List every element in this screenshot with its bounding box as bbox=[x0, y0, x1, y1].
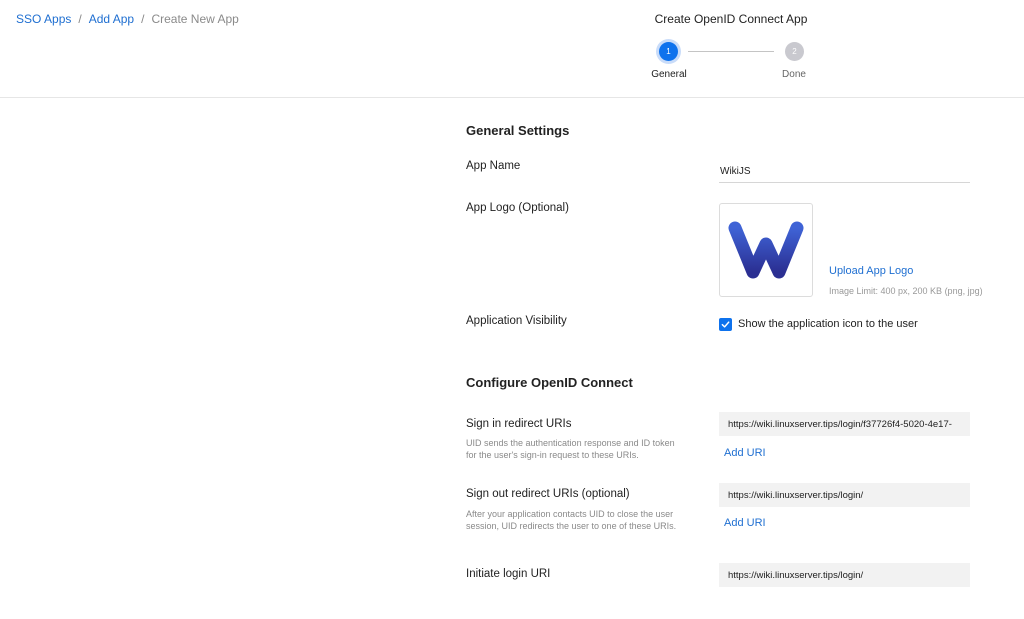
initiate-login-uri-input[interactable] bbox=[719, 563, 970, 587]
signin-redirect-help: UID sends the authentication response an… bbox=[466, 438, 675, 460]
step-2-indicator: 2 bbox=[785, 42, 804, 61]
signin-redirect-uri-input[interactable] bbox=[719, 412, 970, 436]
signout-redirect-uri-input[interactable] bbox=[719, 483, 970, 507]
breadcrumb-separator: / bbox=[141, 12, 145, 26]
signout-add-uri-button[interactable]: Add URI bbox=[724, 517, 766, 529]
signout-redirect-help: After your application contacts UID to c… bbox=[466, 509, 677, 531]
breadcrumb-sso-apps[interactable]: SSO Apps bbox=[16, 12, 71, 26]
image-limit-hint: Image Limit: 400 px, 200 KB (png, jpg) bbox=[829, 286, 983, 296]
application-visibility-label: Application Visibility bbox=[466, 315, 567, 327]
step-1-label: General bbox=[651, 69, 687, 80]
app-name-input[interactable] bbox=[719, 161, 970, 183]
step-1-indicator: 1 bbox=[659, 42, 678, 61]
signin-add-uri-button[interactable]: Add URI bbox=[724, 447, 766, 459]
step-2-label: Done bbox=[782, 69, 806, 80]
signin-redirect-label: Sign in redirect URIs bbox=[466, 418, 572, 430]
wizard-stepper: 1 2 General Done bbox=[0, 40, 1024, 90]
check-icon bbox=[721, 321, 730, 328]
signout-redirect-label: Sign out redirect URIs (optional) bbox=[466, 488, 630, 500]
page-header: SSO Apps / Add App / Create New App Crea… bbox=[0, 0, 1024, 98]
breadcrumb-separator: / bbox=[78, 12, 82, 26]
app-logo-label: App Logo (Optional) bbox=[466, 202, 569, 214]
show-icon-checkbox-label[interactable]: Show the application icon to the user bbox=[738, 318, 918, 330]
configure-oidc-title: Configure OpenID Connect bbox=[466, 375, 633, 390]
breadcrumb-current: Create New App bbox=[151, 12, 239, 26]
app-name-label: App Name bbox=[466, 160, 521, 172]
initiate-login-label: Initiate login URI bbox=[466, 568, 551, 580]
breadcrumb-add-app[interactable]: Add App bbox=[89, 12, 134, 26]
app-logo-preview bbox=[719, 203, 813, 297]
show-icon-checkbox[interactable] bbox=[719, 318, 732, 331]
step-connector bbox=[688, 51, 774, 52]
wizard-title: Create OpenID Connect App bbox=[654, 12, 808, 26]
general-settings-title: General Settings bbox=[466, 123, 570, 138]
upload-app-logo-link[interactable]: Upload App Logo bbox=[829, 265, 913, 277]
breadcrumb: SSO Apps / Add App / Create New App bbox=[16, 12, 239, 26]
wikijs-logo-icon bbox=[728, 221, 804, 279]
